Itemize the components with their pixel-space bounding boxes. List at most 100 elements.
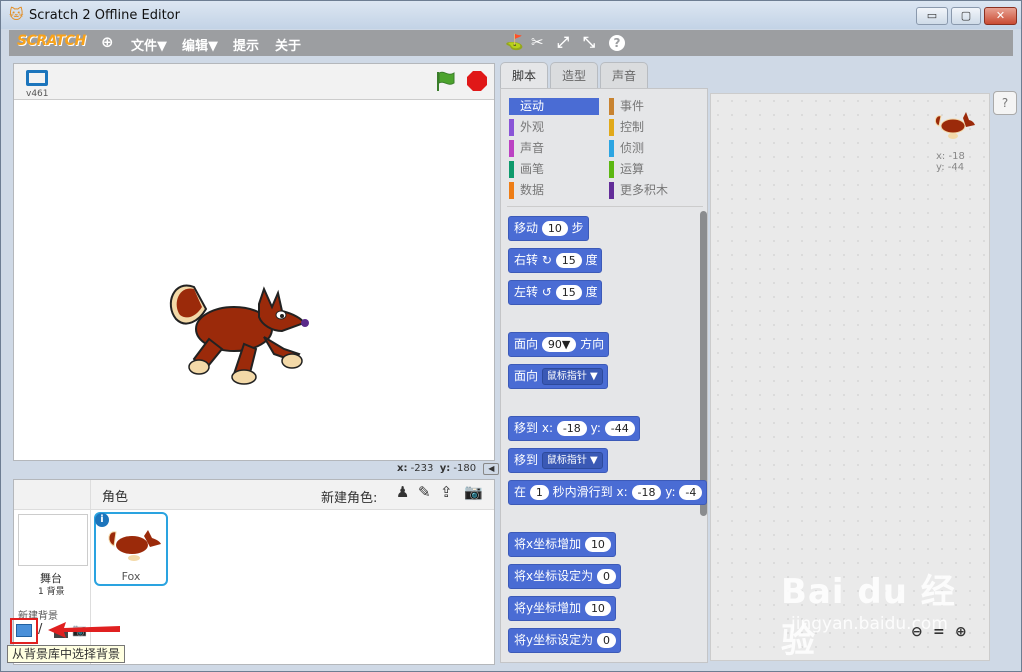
watermark-url: jingyan.baidu.com — [791, 614, 948, 634]
paint-brush-icon[interactable]: ✎ — [418, 483, 431, 501]
delete-icon[interactable]: ✂ — [531, 33, 544, 51]
maximize-button[interactable]: ▢ — [951, 7, 981, 25]
block-input[interactable]: -18 — [631, 485, 662, 500]
stop-icon[interactable] — [466, 70, 488, 92]
category-3[interactable]: 控制 — [609, 119, 699, 136]
small-stage-icon[interactable]: ◀ — [483, 463, 500, 475]
sprite-preview — [934, 112, 975, 139]
duplicate-icon[interactable]: ⛳ — [505, 33, 524, 51]
category-label: 更多积木 — [620, 183, 669, 197]
help-icon[interactable]: ? — [993, 91, 1017, 115]
block-palette: 运动 事件外观 控制声音 侦测画笔 运算数据 更多积木 移动 10 步 右转 ↻ 15 度… — [500, 88, 708, 663]
script-area[interactable]: x: -18 y: -44 Bai du 经验 jingyan.baidu.co… — [710, 93, 990, 661]
block-input[interactable]: -4 — [679, 485, 703, 500]
category-5[interactable]: 侦测 — [609, 140, 699, 157]
tab-costumes[interactable]: 造型 — [550, 62, 598, 89]
zoom-reset-icon[interactable]: = — [933, 624, 945, 640]
block-input[interactable]: 0 — [596, 633, 616, 648]
block-input[interactable]: 10 — [584, 537, 611, 552]
block-glide[interactable]: 在 1 秒内滑行到 x: -18 y: -4 — [508, 480, 707, 505]
block-input[interactable]: -18 — [556, 421, 587, 436]
block-input[interactable]: 15 — [555, 285, 582, 300]
x-value: -233 — [410, 463, 434, 474]
tab-scripts[interactable]: 脚本 — [500, 62, 548, 89]
menu-about[interactable]: 关于 — [275, 35, 301, 54]
block-goto-xy[interactable]: 移到 x: -18 y: -44 — [508, 416, 640, 441]
block-point-direction[interactable]: 面向 90▼ 方向 — [508, 332, 609, 357]
app-window: 🐱 Scratch 2 Offline Editor ▭ ▢ ✕ SCRATCH… — [0, 0, 1022, 672]
palette-scrollbar[interactable] — [700, 211, 707, 516]
shrink-icon[interactable]: ⤡ — [583, 33, 595, 51]
stage-thumbnail[interactable] — [18, 514, 88, 566]
help-icon[interactable]: ? — [609, 35, 625, 51]
block-input[interactable]: 90▼ — [541, 337, 577, 352]
block-input[interactable]: 1 — [529, 485, 549, 500]
category-label: 外观 — [520, 120, 545, 134]
red-arrow — [48, 622, 120, 638]
category-label: 侦测 — [620, 141, 645, 155]
block-turn-right[interactable]: 右转 ↻ 15 度 — [508, 248, 603, 273]
block-text: y: — [590, 421, 601, 435]
block-text: 秒内滑行到 — [552, 485, 613, 499]
zoom-in-icon[interactable]: ⊕ — [955, 624, 967, 640]
globe-icon[interactable]: ⊕ — [101, 33, 114, 51]
green-flag-icon[interactable] — [434, 70, 458, 92]
category-9[interactable]: 更多积木 — [609, 182, 699, 199]
menu-file[interactable]: 文件▼ — [131, 35, 167, 54]
block-input[interactable]: -44 — [604, 421, 635, 436]
block-text: 步 — [571, 221, 584, 235]
block-goto[interactable]: 移到 鼠标指针 ▼ — [508, 448, 608, 473]
x-value: -18 — [948, 151, 965, 162]
block-dropdown[interactable]: 鼠标指针 ▼ — [541, 452, 603, 469]
backdrop-library-icon[interactable] — [16, 624, 32, 637]
new-sprite-label: 新建角色: — [321, 491, 378, 506]
rotate-ccw-icon: ↺ — [541, 285, 552, 299]
block-input[interactable]: 10 — [584, 601, 611, 616]
block-dropdown[interactable]: 鼠标指针 ▼ — [541, 368, 603, 385]
category-0[interactable]: 运动 — [509, 98, 599, 115]
fullscreen-icon[interactable] — [26, 70, 48, 86]
category-label: 控制 — [620, 120, 645, 134]
sprite-position: x: -18 y: -44 — [936, 151, 965, 173]
category-label: 运动 — [520, 99, 545, 113]
camera-icon[interactable]: 📷 — [464, 483, 483, 501]
block-input[interactable]: 0 — [596, 569, 616, 584]
paint-backdrop-icon[interactable]: / — [38, 622, 42, 637]
sprite-tile-fox[interactable]: i Fox — [94, 512, 168, 586]
tab-sounds[interactable]: 声音 — [600, 62, 648, 89]
menu-edit[interactable]: 编辑▼ — [182, 35, 218, 54]
menu-tips[interactable]: 提示 — [233, 35, 259, 54]
category-7[interactable]: 运算 — [609, 161, 699, 178]
grow-icon[interactable]: ⤢ — [557, 33, 569, 51]
category-label: 运算 — [620, 162, 645, 176]
watermark-logo: Bai du 经验 — [781, 572, 956, 661]
zoom-out-icon[interactable]: ⊖ — [911, 624, 923, 640]
block-set-x[interactable]: 将x坐标设定为 0 — [508, 564, 621, 589]
block-point-towards[interactable]: 面向 鼠标指针 ▼ — [508, 364, 608, 389]
category-label: 事件 — [620, 99, 645, 113]
close-button[interactable]: ✕ — [984, 7, 1017, 25]
category-1[interactable]: 事件 — [609, 98, 699, 115]
block-change-x[interactable]: 将x坐标增加 10 — [508, 532, 616, 557]
category-4[interactable]: 声音 — [509, 140, 599, 157]
category-8[interactable]: 数据 — [509, 182, 599, 199]
category-label: 声音 — [520, 141, 545, 155]
fox-sprite[interactable] — [164, 259, 314, 394]
block-change-y[interactable]: 将y坐标增加 10 — [508, 596, 616, 621]
block-turn-left[interactable]: 左转 ↺ 15 度 — [508, 280, 603, 305]
minimize-button[interactable]: ▭ — [916, 7, 948, 25]
block-text: 在 — [514, 485, 527, 499]
block-text: 面向 — [514, 337, 539, 351]
block-set-y[interactable]: 将y坐标设定为 0 — [508, 628, 621, 653]
rotate-cw-icon: ↻ — [541, 253, 552, 267]
category-6[interactable]: 画笔 — [509, 161, 599, 178]
block-move[interactable]: 移动 10 步 — [508, 216, 589, 241]
sprite-library-icon[interactable]: ♟ — [396, 483, 409, 501]
block-text: x: — [541, 421, 553, 435]
block-input[interactable]: 10 — [541, 221, 568, 236]
block-input[interactable]: 15 — [555, 253, 582, 268]
block-text: 度 — [585, 253, 598, 267]
category-label: 画笔 — [520, 162, 545, 176]
category-2[interactable]: 外观 — [509, 119, 599, 136]
upload-icon[interactable]: ⇪ — [440, 483, 453, 501]
